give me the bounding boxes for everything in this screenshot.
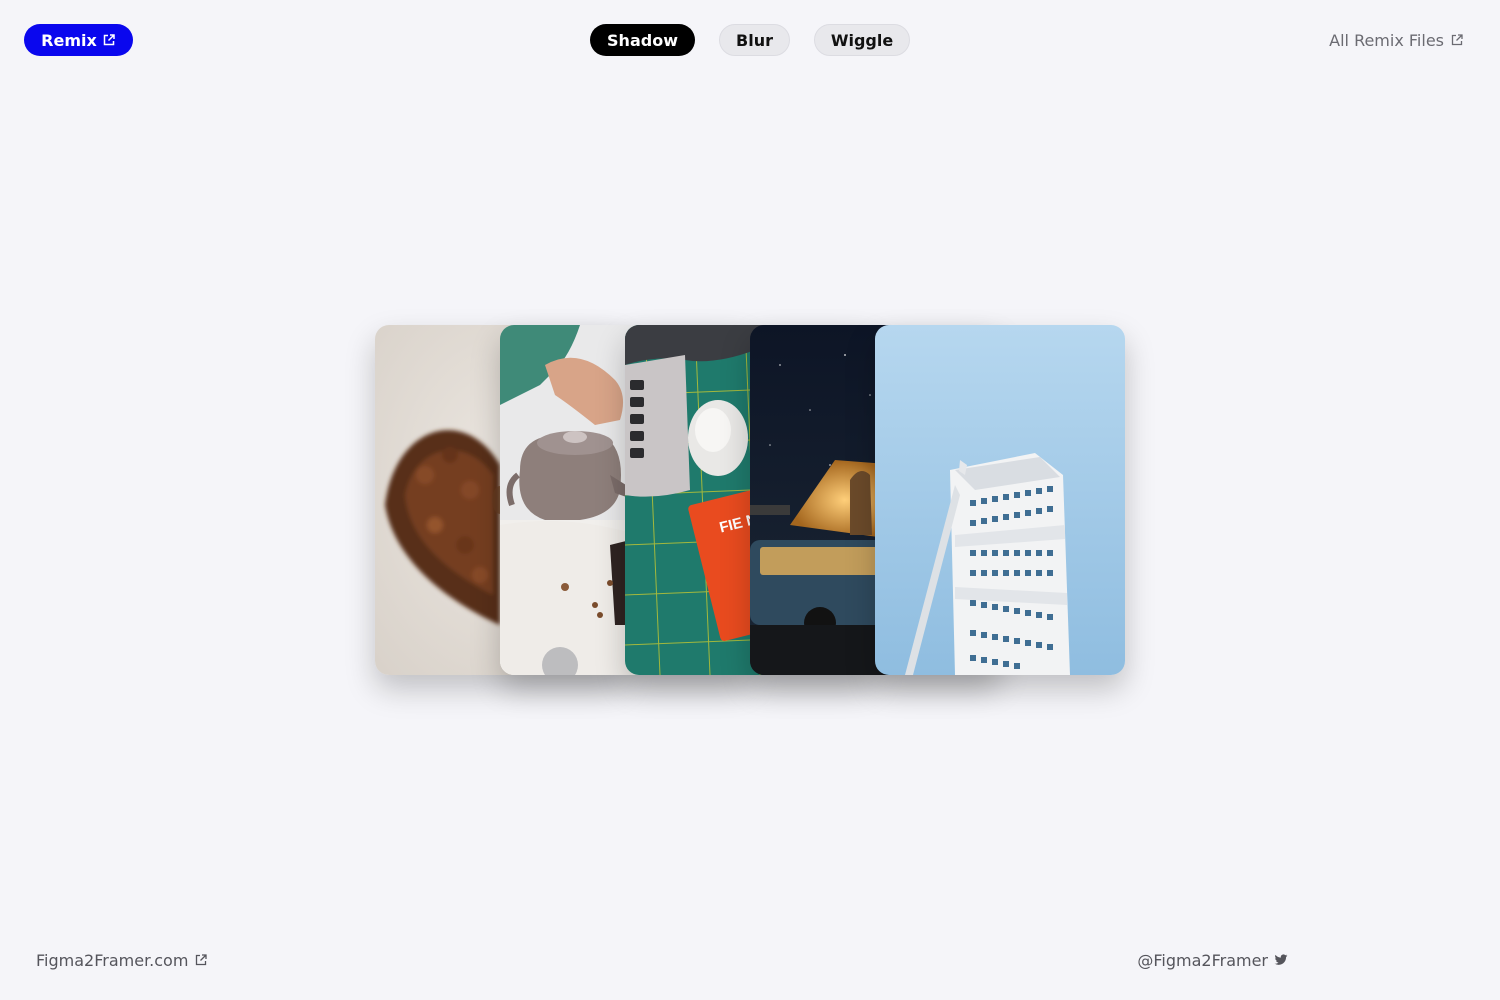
site-label: Figma2Framer.com	[36, 950, 189, 970]
figma2framer-site-link[interactable]: Figma2Framer.com	[36, 948, 208, 972]
image-card-stack: FIE NO	[375, 325, 1125, 675]
card-tower[interactable]	[875, 325, 1125, 675]
external-link-icon	[102, 33, 116, 47]
handle-label: @Figma2Framer	[1137, 950, 1268, 970]
tab-shadow[interactable]: Shadow	[590, 24, 695, 56]
all-remix-files-link[interactable]: All Remix Files	[1329, 28, 1464, 52]
tab-wiggle[interactable]: Wiggle	[814, 24, 910, 56]
tower-image	[875, 325, 1125, 675]
twitter-handle-link[interactable]: @Figma2Framer	[1137, 948, 1288, 972]
twitter-icon	[1274, 953, 1288, 967]
external-link-icon	[194, 953, 208, 967]
external-link-icon	[1450, 33, 1464, 47]
remix-button[interactable]: Remix	[24, 24, 133, 56]
remix-label: Remix	[41, 30, 97, 50]
all-remix-files-label: All Remix Files	[1329, 30, 1444, 50]
page: Remix Shadow Blur Wiggle All Remix Files	[0, 0, 1500, 1000]
tab-blur[interactable]: Blur	[719, 24, 790, 56]
